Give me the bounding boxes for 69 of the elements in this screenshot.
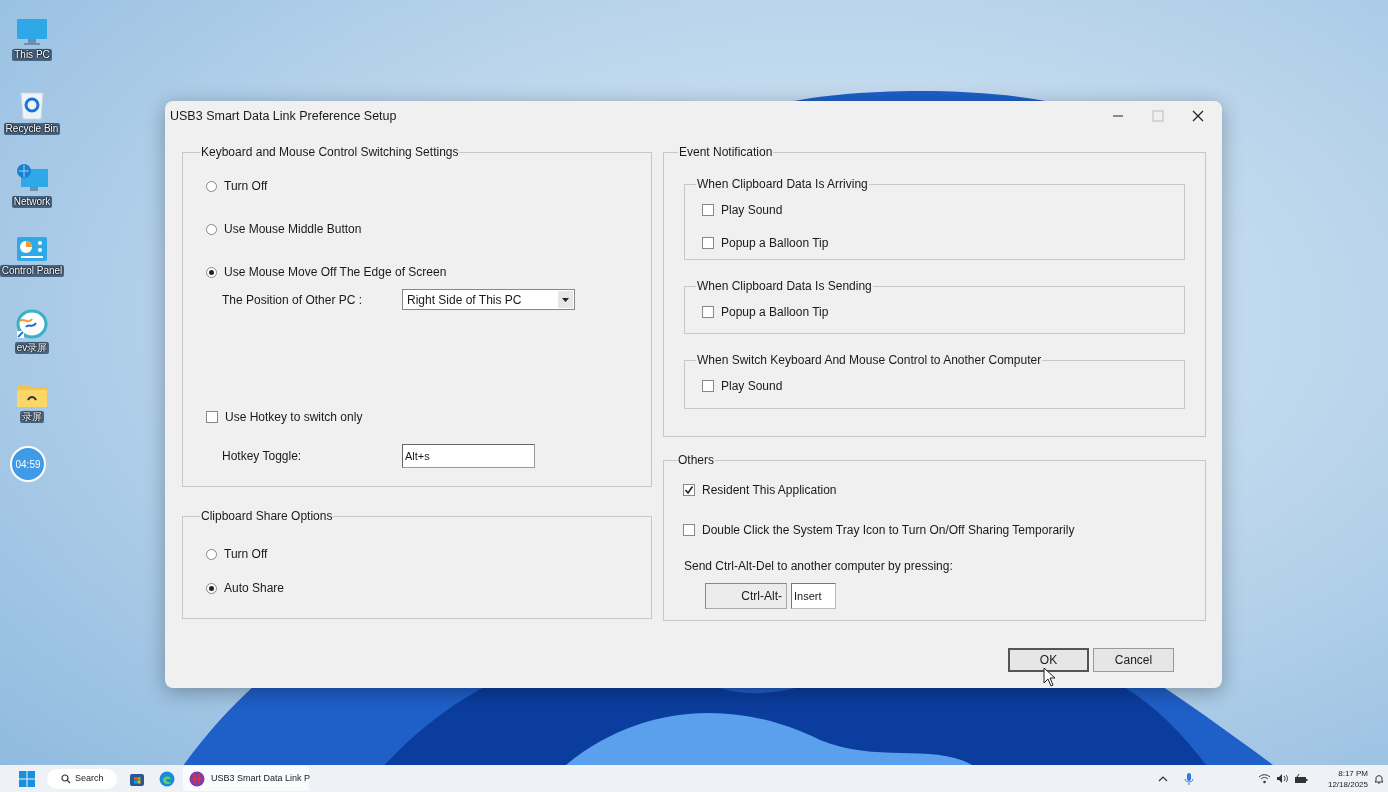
radio-label: Auto Share xyxy=(224,580,285,597)
key-prefix-field: Ctrl-Alt- xyxy=(705,583,787,609)
radio-label: Use Mouse Middle Button xyxy=(224,221,362,238)
search-label: Search xyxy=(75,771,104,785)
search-box[interactable]: Search xyxy=(47,768,117,789)
globe-monitor-icon xyxy=(15,163,49,193)
checkbox[interactable] xyxy=(683,524,695,536)
checkbox-label: Play Sound xyxy=(721,202,783,219)
recorder-app-icon xyxy=(16,309,48,339)
radio-button[interactable] xyxy=(206,548,217,560)
battery-icon xyxy=(1293,773,1308,784)
radio-button[interactable] xyxy=(206,582,217,594)
radio-button[interactable] xyxy=(206,223,217,235)
desktop-icon-label[interactable]: Control Panel xyxy=(0,265,65,277)
search-icon xyxy=(61,773,71,784)
wifi-icon xyxy=(1257,773,1271,784)
chevron-up-icon xyxy=(1157,774,1168,783)
checkbox-label: Resident This Application xyxy=(702,482,837,499)
checkbox-label: Popup a Balloon Tip xyxy=(721,304,829,321)
checkbox[interactable] xyxy=(206,411,218,423)
monitor-icon xyxy=(16,18,48,46)
checkbox-label: Double Click the System Tray Icon to Turn On/Off Sharing Temporarily xyxy=(702,522,1075,539)
clock-date[interactable]: 12/18/2025 xyxy=(1327,778,1368,790)
position-dropdown[interactable]: Right Side of This PC xyxy=(402,289,575,310)
key-input[interactable]: Insert xyxy=(791,583,836,609)
group-title: Others xyxy=(677,452,715,469)
recycle-bin-icon xyxy=(19,90,45,120)
group-title: When Switch Keyboard And Mouse Control to Another Computer xyxy=(696,352,1043,369)
desktop-icon-label[interactable]: Recycle Bin xyxy=(3,123,61,135)
app-globe-icon xyxy=(189,770,205,787)
desktop-icon-label[interactable]: 录屏 xyxy=(20,411,44,423)
browser-icon[interactable] xyxy=(159,770,175,787)
checkbox-label: Use Hotkey to switch only xyxy=(225,409,363,426)
desktop-icon-label[interactable]: ev录屏 xyxy=(14,342,50,354)
checkbox[interactable] xyxy=(702,204,714,216)
clock-time[interactable]: 8:17 PM xyxy=(1338,767,1368,779)
group-title: Event Notification xyxy=(678,144,774,161)
radio-label: Turn Off xyxy=(224,178,268,195)
desktop-icon-label[interactable]: This PC xyxy=(12,49,52,61)
notification-bell-icon[interactable] xyxy=(1374,772,1384,785)
instruction-text: Send Ctrl-Alt-Del to another computer by pressing: xyxy=(683,558,953,575)
field-label: Hotkey Toggle: xyxy=(222,448,303,465)
desktop-icon-label[interactable]: Network xyxy=(11,196,53,208)
field-label: The Position of Other PC : xyxy=(222,291,364,309)
checkbox-label: Popup a Balloon Tip xyxy=(721,235,829,252)
speaker-icon xyxy=(1275,773,1289,784)
dialog-button[interactable]: Cancel xyxy=(1093,648,1174,672)
radio-button[interactable] xyxy=(206,180,217,192)
hotkey-input[interactable]: Alt+s xyxy=(402,444,535,468)
radio-button[interactable] xyxy=(206,266,217,278)
group-title: When Clipboard Data Is Arriving xyxy=(696,176,869,193)
radio-label: Turn Off xyxy=(224,546,268,563)
microphone-icon xyxy=(1183,771,1194,786)
mouse-pointer-icon xyxy=(1043,667,1057,687)
group-title: Keyboard and Mouse Control Switching Settings xyxy=(200,144,460,161)
window-title: USB3 Smart Data Link Preference Setup xyxy=(170,107,397,125)
checkbox[interactable] xyxy=(702,380,714,392)
taskbar-app-button[interactable]: USB3 Smart Data Link P xyxy=(183,766,309,791)
dialog-button[interactable]: OK xyxy=(1008,648,1089,672)
checkbox-label: Play Sound xyxy=(721,378,783,395)
group-title: When Clipboard Data Is Sending xyxy=(696,278,873,295)
radio-label: Use Mouse Move Off The Edge of Screen xyxy=(224,264,447,281)
group-title: Clipboard Share Options xyxy=(200,508,334,525)
close-icon[interactable] xyxy=(1192,110,1204,122)
start-icon[interactable] xyxy=(19,770,35,787)
checkbox[interactable] xyxy=(702,237,714,249)
checkbox[interactable] xyxy=(683,484,695,496)
checkbox[interactable] xyxy=(702,306,714,318)
control-panel-icon xyxy=(16,236,48,262)
